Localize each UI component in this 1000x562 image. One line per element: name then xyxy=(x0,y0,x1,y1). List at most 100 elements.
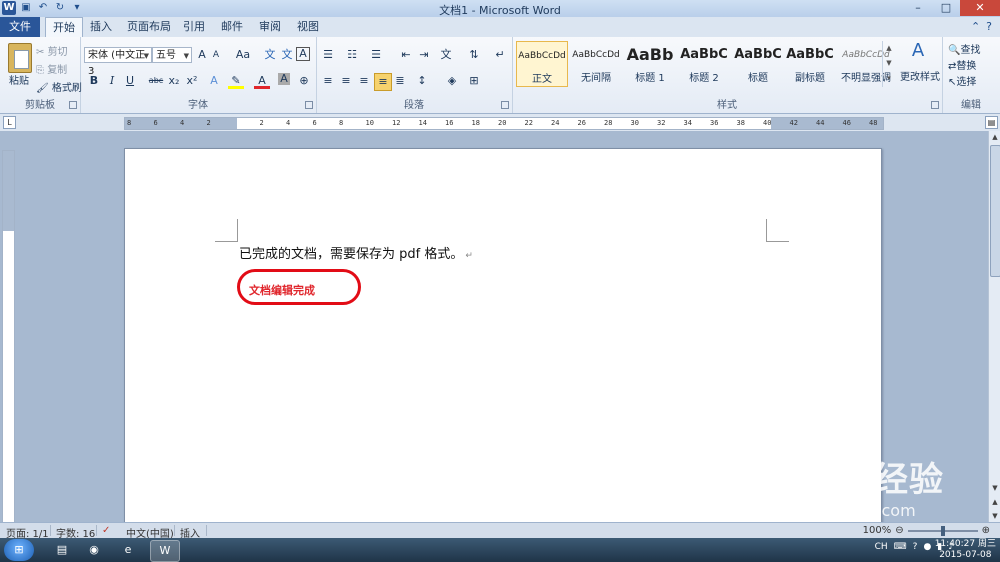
select-button[interactable]: ↖选择 xyxy=(948,73,976,88)
borders-icon[interactable]: ⊞ xyxy=(466,73,482,89)
paragraph-1[interactable]: 已完成的文档，需要保存为 pdf 格式。 ↵ xyxy=(239,243,473,262)
increase-indent-icon[interactable]: ⇥ xyxy=(416,47,432,63)
change-styles-icon[interactable]: A xyxy=(906,42,930,65)
horizontal-ruler[interactable]: 8 6 4 2 2 4 6 8 10 12 14 16 18 20 22 24 26 28 30 32 34 36 38 40… xyxy=(124,117,884,130)
tab-references[interactable]: 引用 xyxy=(180,17,208,37)
style-heading-1[interactable]: AaBb 标题 1 xyxy=(624,41,676,87)
help-tray-icon[interactable]: ? xyxy=(913,542,918,552)
scroll-down-icon[interactable]: ▼ xyxy=(989,484,1000,492)
paste-icon[interactable] xyxy=(8,43,32,73)
text-effects-icon[interactable]: A xyxy=(206,73,222,89)
zoom-slider[interactable] xyxy=(907,525,978,536)
bullets-icon[interactable]: ☰ xyxy=(320,47,336,63)
style-heading-2[interactable]: AaBbC 标题 2 xyxy=(678,41,730,87)
shading-icon[interactable]: ◈ xyxy=(444,73,460,89)
zoom-level[interactable]: 100% xyxy=(863,525,892,536)
keyboard-icon[interactable]: ⌨ xyxy=(894,542,907,552)
chinese-layout-icon[interactable]: 文 xyxy=(438,47,454,63)
copy-button[interactable]: ⎘ 复制 xyxy=(36,61,67,76)
next-page-icon[interactable]: ▼ xyxy=(989,512,1000,520)
scroll-up-icon[interactable]: ▲ xyxy=(989,133,1000,141)
char-shading-icon[interactable]: A xyxy=(278,73,290,85)
prev-page-icon[interactable]: ▲ xyxy=(989,498,1000,506)
vertical-ruler[interactable] xyxy=(2,150,15,524)
line-spacing-icon[interactable]: ↕ xyxy=(414,73,430,89)
tab-view[interactable]: 视图 xyxy=(294,17,322,37)
multilevel-list-icon[interactable]: ☰ xyxy=(368,47,384,63)
close-button[interactable]: ✕ xyxy=(960,0,1000,16)
format-painter-button[interactable]: 🖌 格式刷 xyxy=(36,79,82,94)
underline-button[interactable]: U xyxy=(122,73,138,89)
phonetic-guide-icon[interactable]: 文 xyxy=(262,47,278,63)
tab-page-layout[interactable]: 页面布局 xyxy=(124,17,174,37)
start-button[interactable]: ⊞ xyxy=(4,539,34,561)
font-size-combo[interactable]: 五号 ▼ xyxy=(152,47,192,63)
wechat-icon[interactable]: ● xyxy=(923,542,931,552)
style-subtitle[interactable]: AaBbC 副标题 xyxy=(784,41,836,87)
zoom-out-icon[interactable]: ⊖ xyxy=(895,525,903,536)
paragraph-2[interactable]: 文档编辑完成 xyxy=(249,282,315,298)
numbering-icon[interactable]: ☷ xyxy=(344,47,360,63)
vertical-scrollbar[interactable]: ▲ ▼ ▲ ▼ xyxy=(988,131,1000,522)
chrome-icon[interactable]: ◉ xyxy=(80,540,108,560)
styles-launcher-icon[interactable] xyxy=(931,101,939,109)
highlight-icon[interactable]: ✎ xyxy=(228,73,244,89)
superscript-button[interactable]: x² xyxy=(184,73,200,89)
enclose-char-icon[interactable]: ⊕ xyxy=(296,73,312,89)
align-center-icon[interactable]: ≡ xyxy=(338,73,354,89)
change-case-button[interactable]: Aa xyxy=(232,47,254,63)
minimize-ribbon-icon[interactable]: ⌃ xyxy=(971,20,980,33)
strikethrough-button[interactable]: abc xyxy=(146,73,166,89)
font-name-combo[interactable]: 宋体 (中文正3 ▼ xyxy=(84,47,152,77)
paste-button[interactable]: 粘贴 xyxy=(9,72,29,87)
ime-indicator[interactable]: CH xyxy=(875,542,888,552)
minimize-button[interactable]: – xyxy=(904,0,932,16)
zoom-in-icon[interactable]: ⊕ xyxy=(982,525,990,536)
sort-icon[interactable]: ⇅ xyxy=(466,47,482,63)
change-styles-button[interactable]: 更改样式 xyxy=(900,68,940,83)
cut-button[interactable]: ✂ 剪切 xyxy=(36,43,68,58)
clipboard-group: 粘贴 ✂ 剪切 ⎘ 复制 🖌 格式刷 剪贴板 xyxy=(0,37,82,113)
clock[interactable]: 11:40:27 周三 2015-07-08 xyxy=(935,539,996,561)
italic-button[interactable]: I xyxy=(104,73,120,89)
style-no-spacing[interactable]: AaBbCcDd 无间隔 xyxy=(570,41,622,87)
align-right-icon[interactable]: ≡ xyxy=(356,73,372,89)
style-title[interactable]: AaBbC 标题 xyxy=(732,41,784,87)
ruler-tick: 38 xyxy=(736,119,745,127)
tab-review[interactable]: 审阅 xyxy=(256,17,284,37)
align-left-icon[interactable]: ≡ xyxy=(320,73,336,89)
font-launcher-icon[interactable] xyxy=(305,101,313,109)
word-taskbar-icon[interactable]: W xyxy=(150,540,180,562)
ie-icon[interactable]: e xyxy=(114,540,142,560)
distributed-icon[interactable]: ≣ xyxy=(392,73,408,89)
bold-button[interactable]: B xyxy=(86,73,102,89)
tab-file[interactable]: 文件 xyxy=(0,17,40,37)
tab-insert[interactable]: 插入 xyxy=(86,17,116,37)
maximize-button[interactable]: □ xyxy=(932,0,960,16)
shrink-font-button[interactable]: A xyxy=(208,47,224,63)
help-icon[interactable]: ? xyxy=(986,20,992,33)
clipboard-launcher-icon[interactable] xyxy=(69,101,77,109)
editing-group: 🔍查找 ⇄替换 ↖选择 编辑 xyxy=(942,37,1000,113)
paragraph-launcher-icon[interactable] xyxy=(501,101,509,109)
tab-selector-icon[interactable]: L xyxy=(3,116,16,129)
explorer-icon[interactable]: ▤ xyxy=(48,540,76,560)
char-border-icon[interactable]: A xyxy=(296,47,310,61)
title-bar: W ▣ ↶ ↻ ▾ 文档1 - Microsoft Word – □ ✕ xyxy=(0,0,1000,17)
font-color-icon[interactable]: A xyxy=(254,73,270,89)
clear-format-icon[interactable]: 文 xyxy=(279,47,295,63)
show-marks-icon[interactable]: ↵ xyxy=(492,47,508,63)
find-button[interactable]: 🔍查找 xyxy=(948,41,980,56)
justify-icon[interactable]: ≡ xyxy=(374,73,392,91)
subscript-button[interactable]: x₂ xyxy=(166,73,182,89)
tab-home[interactable]: 开始 xyxy=(45,17,83,39)
view-ruler-icon[interactable]: ▤ xyxy=(985,116,998,129)
ruler-tick: 26 xyxy=(577,119,586,127)
proofing-icon[interactable]: ✓ xyxy=(102,525,110,536)
replace-button[interactable]: ⇄替换 xyxy=(948,57,976,72)
style-normal[interactable]: AaBbCcDd 正文 xyxy=(516,41,568,87)
tab-mailings[interactable]: 邮件 xyxy=(218,17,246,37)
scroll-thumb[interactable] xyxy=(990,145,1000,277)
style-gallery-scroll[interactable]: ▲ ▼ ▾ xyxy=(882,41,895,87)
decrease-indent-icon[interactable]: ⇤ xyxy=(398,47,414,63)
